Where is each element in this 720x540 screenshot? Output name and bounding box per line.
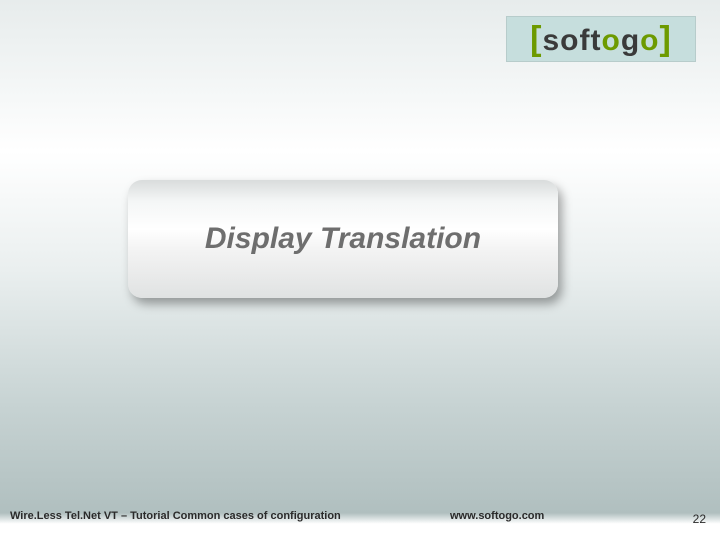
title-card: Display Translation: [128, 180, 558, 298]
logo-part-soft: soft: [543, 24, 602, 58]
slide: [ soft o g o ] Display Translation Wire.…: [0, 0, 720, 540]
logo-part-g: g: [621, 24, 640, 58]
footer-url: www.softogo.com: [450, 510, 544, 522]
logo-text: [ soft o g o ]: [530, 20, 672, 59]
footer: Wire.Less Tel.Net VT – Tutorial Common c…: [0, 502, 720, 532]
logo-part-o1: o: [602, 24, 621, 58]
logo-bracket-open: [: [530, 20, 542, 59]
footer-left: Wire.Less Tel.Net VT – Tutorial Common c…: [10, 510, 341, 522]
logo-bracket-close: ]: [659, 20, 671, 59]
logo-part-o2: o: [640, 24, 659, 58]
footer-page-number: 22: [693, 512, 706, 526]
title-text: Display Translation: [205, 222, 481, 256]
logo: [ soft o g o ]: [506, 16, 696, 62]
